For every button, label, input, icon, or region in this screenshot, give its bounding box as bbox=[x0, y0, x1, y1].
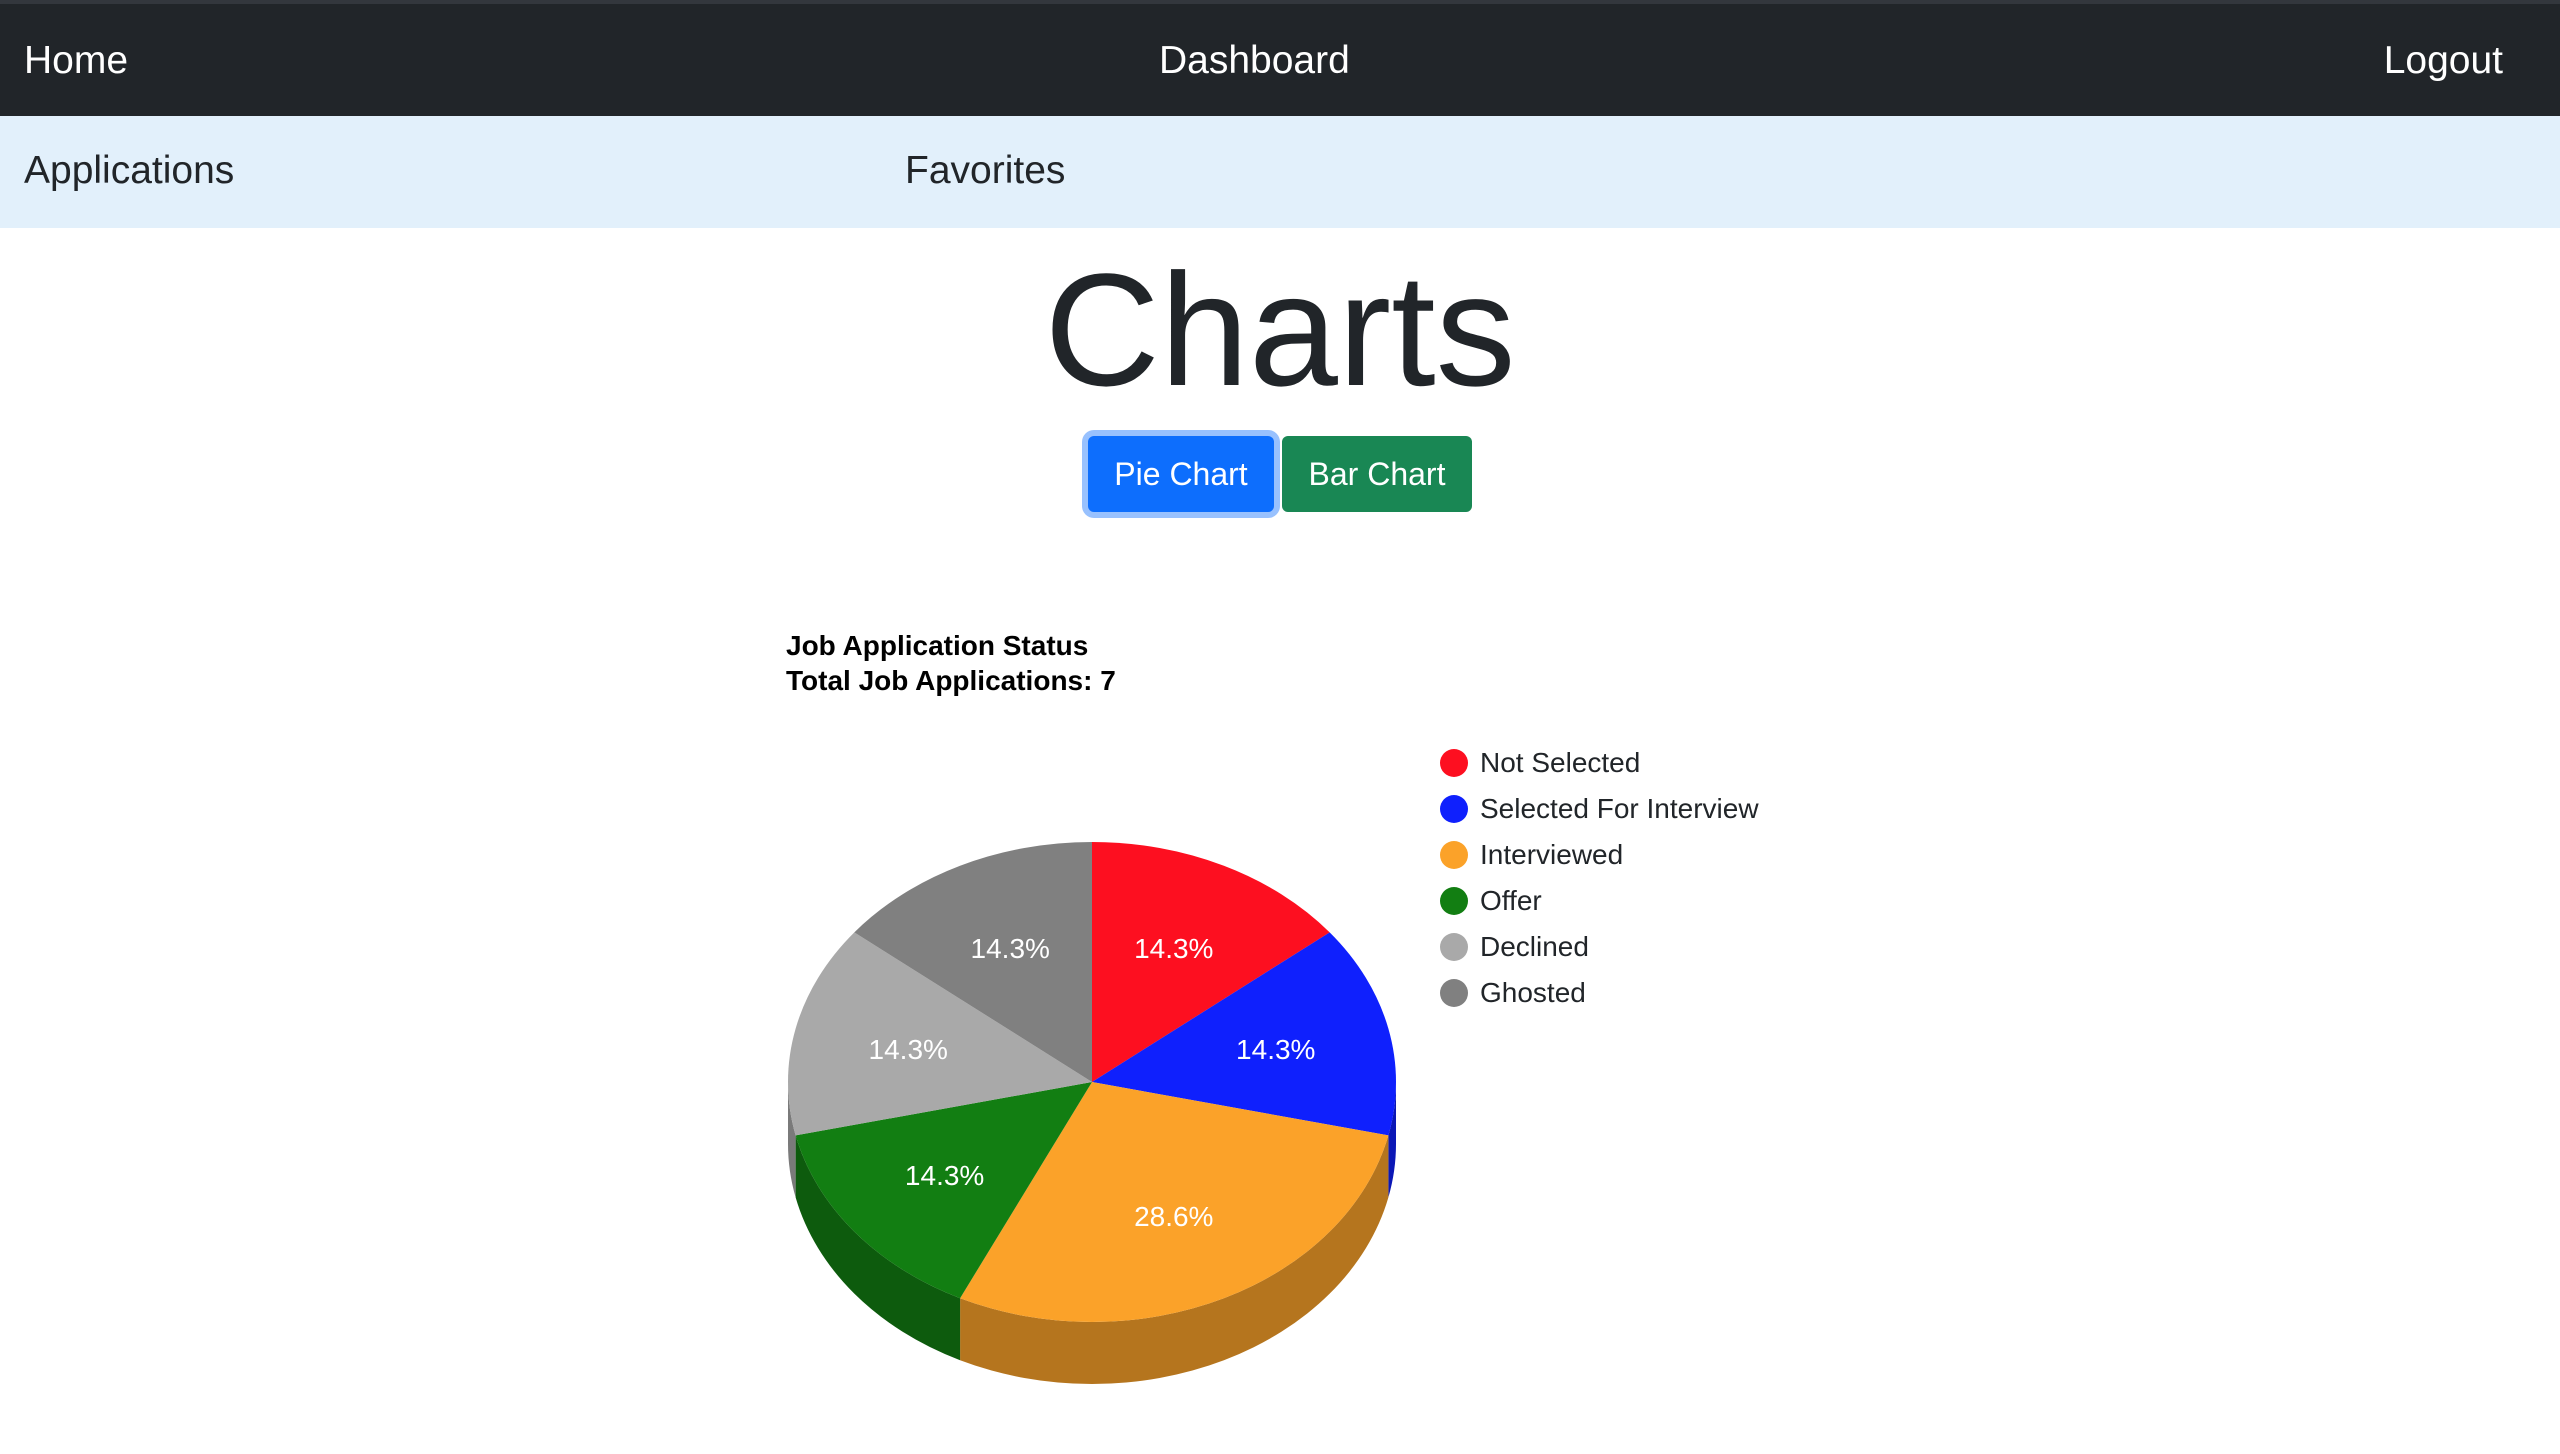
secondary-navbar: Applications Favorites bbox=[0, 116, 2560, 228]
legend-dot-icon bbox=[1440, 749, 1468, 777]
legend-label: Selected For Interview bbox=[1480, 793, 1759, 824]
pie-label-offer: 14.3% bbox=[905, 1160, 984, 1191]
pie-label-selected-for-interview: 14.3% bbox=[1236, 1034, 1315, 1065]
nav-dashboard-link[interactable]: Dashboard bbox=[1159, 38, 1350, 84]
chart-subtitle: Total Job Applications: 7 bbox=[786, 665, 1116, 696]
legend-item-interviewed[interactable]: Interviewed bbox=[1440, 832, 1759, 878]
legend-dot-icon bbox=[1440, 841, 1468, 869]
legend-dot-icon bbox=[1440, 933, 1468, 961]
page-title: Charts bbox=[1044, 240, 1516, 419]
pie-label-declined: 14.3% bbox=[869, 1034, 948, 1065]
pie-chart-button[interactable]: Pie Chart bbox=[1088, 436, 1274, 512]
legend-item-declined[interactable]: Declined bbox=[1440, 924, 1759, 970]
legend-label: Ghosted bbox=[1480, 977, 1586, 1008]
bar-chart-button[interactable]: Bar Chart bbox=[1282, 436, 1472, 512]
nav-logout-link[interactable]: Logout bbox=[2384, 38, 2503, 84]
legend-item-not-selected[interactable]: Not Selected bbox=[1440, 740, 1759, 786]
legend-label: Declined bbox=[1480, 931, 1589, 962]
legend-label: Not Selected bbox=[1480, 747, 1641, 778]
legend-item-ghosted[interactable]: Ghosted bbox=[1440, 970, 1759, 1016]
legend-dot-icon bbox=[1440, 979, 1468, 1007]
top-navbar: Home Dashboard Logout bbox=[0, 0, 2560, 116]
pie-chart: 14.3% 14.3% 28.6% 14.3% 14.3% 14.3% bbox=[788, 842, 1396, 1384]
legend-dot-icon bbox=[1440, 795, 1468, 823]
nav-applications-link[interactable]: Applications bbox=[24, 148, 234, 194]
nav-home-link[interactable]: Home bbox=[24, 38, 128, 84]
legend-item-offer[interactable]: Offer bbox=[1440, 878, 1759, 924]
pie-label-interviewed: 28.6% bbox=[1134, 1201, 1213, 1232]
legend-label: Offer bbox=[1480, 885, 1542, 916]
pie-label-ghosted: 14.3% bbox=[971, 933, 1050, 964]
chart-legend: Not Selected Selected For Interview Interv… bbox=[1440, 740, 1759, 1016]
legend-label: Interviewed bbox=[1480, 839, 1624, 870]
nav-favorites-link[interactable]: Favorites bbox=[905, 148, 1065, 194]
chart-title: Job Application Status bbox=[786, 630, 1089, 661]
legend-dot-icon bbox=[1440, 887, 1468, 915]
pie-label-not-selected: 14.3% bbox=[1134, 933, 1213, 964]
legend-item-selected-for-interview[interactable]: Selected For Interview bbox=[1440, 786, 1759, 832]
